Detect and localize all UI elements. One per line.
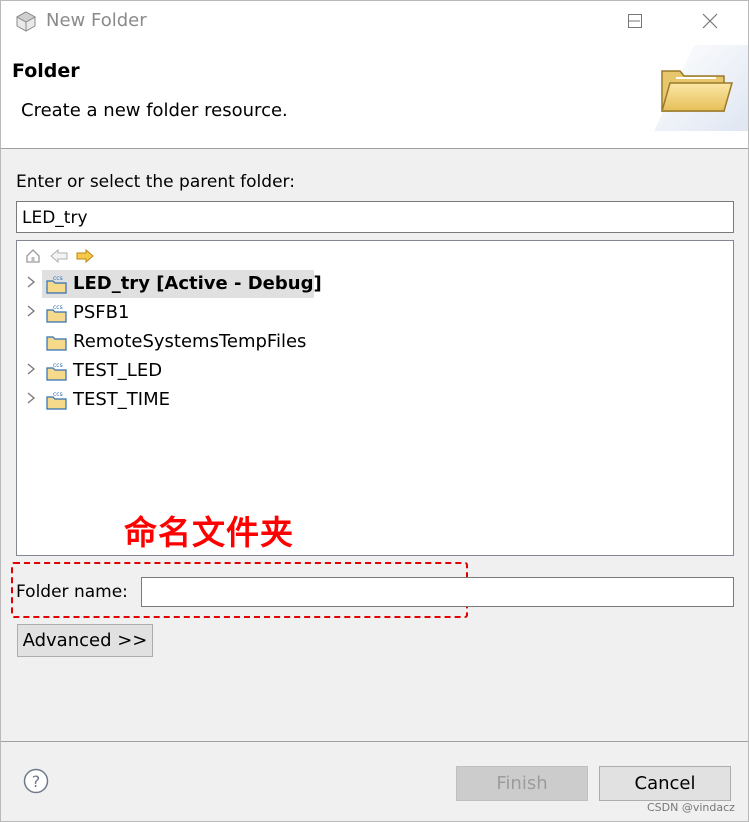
ccs-project-icon: ccs — [46, 304, 67, 323]
chevron-right-icon[interactable] — [26, 275, 40, 293]
banner-title: Folder — [12, 60, 80, 82]
tree-toolbar-forward[interactable] — [75, 246, 95, 266]
ccs-project-icon: ccs — [46, 391, 67, 410]
window-title: New Folder — [46, 10, 147, 31]
tree-item-psfb1[interactable]: ccs PSFB1 — [17, 299, 717, 327]
maximize-icon — [628, 14, 642, 28]
tree-item-test-time[interactable]: ccs TEST_TIME — [17, 386, 717, 414]
svg-text:ccs: ccs — [53, 275, 63, 282]
app-cube-icon — [15, 11, 37, 32]
parent-folder-input[interactable]: LED_try — [16, 201, 734, 233]
folder-name-input[interactable] — [141, 577, 734, 607]
watermark: CSDN @vindacz — [647, 801, 735, 814]
tree-item-label: RemoteSystemsTempFiles — [73, 331, 307, 352]
close-icon — [702, 13, 718, 29]
tree-item-test-led[interactable]: ccs TEST_LED — [17, 357, 717, 385]
svg-text:?: ? — [32, 772, 41, 791]
svg-text:ccs: ccs — [53, 362, 63, 369]
open-folder-icon — [654, 45, 748, 131]
tree-toolbar-home[interactable] — [23, 246, 43, 266]
svg-text:ccs: ccs — [53, 391, 63, 398]
banner-description: Create a new folder resource. — [21, 100, 288, 121]
project-folder-icon — [46, 336, 67, 351]
parent-folder-label: Enter or select the parent folder: — [16, 172, 295, 192]
svg-text:ccs: ccs — [53, 304, 63, 311]
back-arrow-icon — [50, 248, 68, 264]
cancel-button[interactable]: Cancel — [599, 766, 731, 801]
new-folder-dialog: New Folder Folder Create a new folder re… — [0, 0, 749, 822]
title-bar: New Folder — [1, 1, 748, 41]
tree-item-label: TEST_LED — [73, 360, 163, 381]
chevron-right-icon[interactable] — [26, 362, 40, 380]
maximize-button[interactable] — [612, 1, 658, 41]
tree-toolbar — [23, 246, 95, 266]
chevron-right-icon[interactable] — [26, 391, 40, 409]
ccs-project-icon: ccs — [46, 362, 67, 381]
tree-item-remote-systems[interactable]: RemoteSystemsTempFiles — [17, 328, 717, 356]
tree-item-label: PSFB1 — [73, 302, 130, 323]
chevron-right-icon[interactable] — [26, 304, 40, 322]
wizard-banner: Folder Create a new folder resource. — [1, 41, 748, 149]
home-icon — [26, 249, 40, 263]
tree-item-label: TEST_TIME — [73, 389, 170, 410]
forward-arrow-icon — [76, 248, 94, 264]
advanced-button[interactable]: Advanced >> — [17, 624, 153, 657]
ccs-project-icon: ccs — [46, 275, 67, 294]
folder-name-label: Folder name: — [16, 582, 128, 602]
tree-toolbar-back[interactable] — [49, 246, 69, 266]
footer-separator — [1, 741, 748, 742]
tree-item-led-try[interactable]: ccs LED_try [Active - Debug] — [17, 270, 717, 298]
annotation-text: 命名文件夹 — [124, 513, 294, 552]
help-icon[interactable]: ? — [23, 768, 49, 794]
close-button[interactable] — [687, 1, 733, 41]
tree-item-label: LED_try [Active - Debug] — [73, 273, 322, 294]
finish-button[interactable]: Finish — [456, 766, 588, 801]
